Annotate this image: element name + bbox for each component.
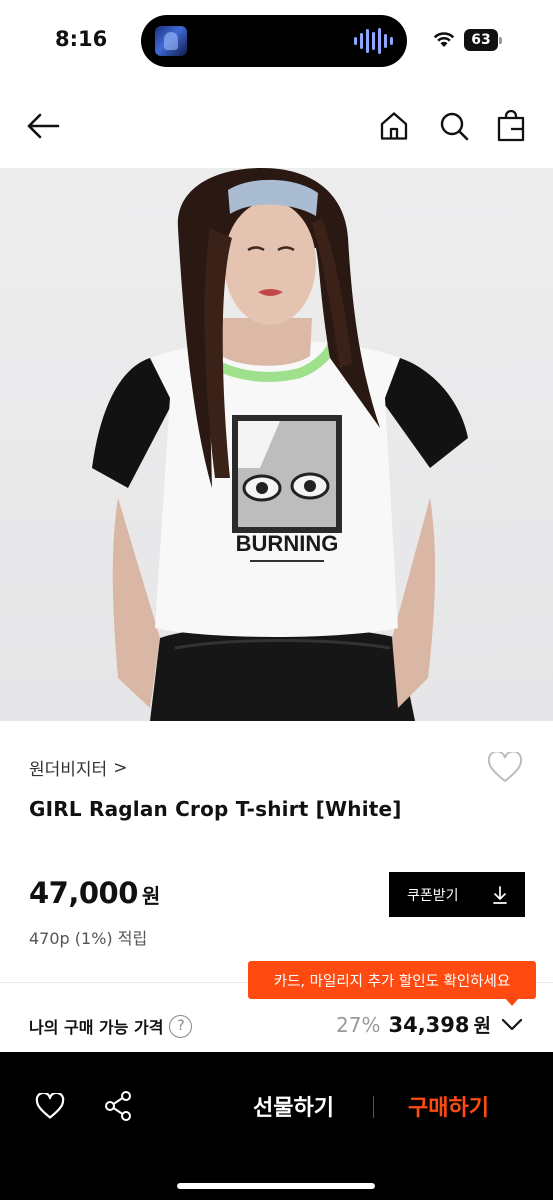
wishlist-button[interactable] — [485, 748, 525, 788]
wishlist-bottom-button[interactable] — [30, 1086, 70, 1126]
my-price-toggle[interactable]: 27% 34,398 원 — [336, 1011, 525, 1038]
wifi-icon — [433, 32, 455, 47]
home-button[interactable] — [374, 106, 414, 146]
back-button[interactable] — [23, 106, 63, 146]
price-row: 47,000 원 — [29, 876, 160, 910]
discount-tooltip[interactable]: 카드, 마일리지 추가 할인도 확인하세요 — [248, 961, 536, 999]
home-indicator[interactable] — [177, 1183, 375, 1189]
my-price-label-group: 나의 구매 가능 가격 ? — [29, 1014, 193, 1038]
brand-name: 원더비지터 — [29, 760, 108, 780]
download-icon — [493, 885, 507, 904]
product-title: GIRL Raglan Crop T-shirt [White] — [29, 797, 402, 821]
discount-rate: 27% — [336, 1012, 381, 1037]
battery-indicator: 63 — [464, 29, 502, 51]
dynamic-island[interactable] — [141, 15, 407, 67]
top-nav-bar — [0, 84, 553, 168]
coupon-button-label: 쿠폰받기 — [407, 887, 459, 904]
chevron-right-icon: > — [113, 757, 128, 778]
price-unit: 원 — [141, 884, 161, 908]
share-button[interactable] — [98, 1086, 138, 1126]
search-icon — [440, 112, 469, 141]
final-price-unit: 원 — [473, 1015, 491, 1037]
shirt-print-text: BURNING — [236, 531, 339, 556]
coupon-download-button[interactable]: 쿠폰받기 — [389, 872, 525, 917]
heart-outline-icon — [35, 1092, 65, 1119]
heart-outline-icon — [487, 752, 523, 783]
audio-waveform-icon — [354, 27, 393, 55]
model-photo: BURNING — [92, 168, 468, 721]
album-art-thumbnail — [155, 26, 187, 56]
reward-points: 470p (1%) 적립 — [29, 929, 148, 948]
arrow-left-icon — [27, 113, 60, 139]
product-image[interactable]: BURNING — [0, 168, 553, 721]
help-icon[interactable]: ? — [169, 1014, 193, 1038]
status-bar: 8:16 63 — [0, 0, 553, 84]
battery-cap — [499, 37, 502, 44]
home-icon — [380, 112, 408, 140]
tooltip-tail — [505, 998, 519, 1006]
button-separator — [373, 1096, 374, 1118]
chevron-down-icon — [499, 1012, 525, 1038]
buy-button[interactable]: 구매하기 — [408, 1086, 489, 1126]
cart-button[interactable] — [491, 106, 531, 146]
final-price: 34,398 — [388, 1012, 470, 1037]
gift-button[interactable]: 선물하기 — [253, 1086, 334, 1126]
product-price: 47,000 — [29, 876, 138, 910]
status-time: 8:16 — [55, 27, 108, 51]
battery-level: 63 — [464, 29, 498, 51]
shopping-bag-icon — [497, 110, 525, 142]
share-icon — [105, 1091, 131, 1121]
brand-link[interactable]: 원더비지터 > — [29, 755, 128, 781]
bottom-action-bar: 선물하기 구매하기 — [0, 1052, 553, 1200]
my-price-label: 나의 구매 가능 가격 — [29, 1018, 164, 1037]
search-button[interactable] — [434, 106, 474, 146]
